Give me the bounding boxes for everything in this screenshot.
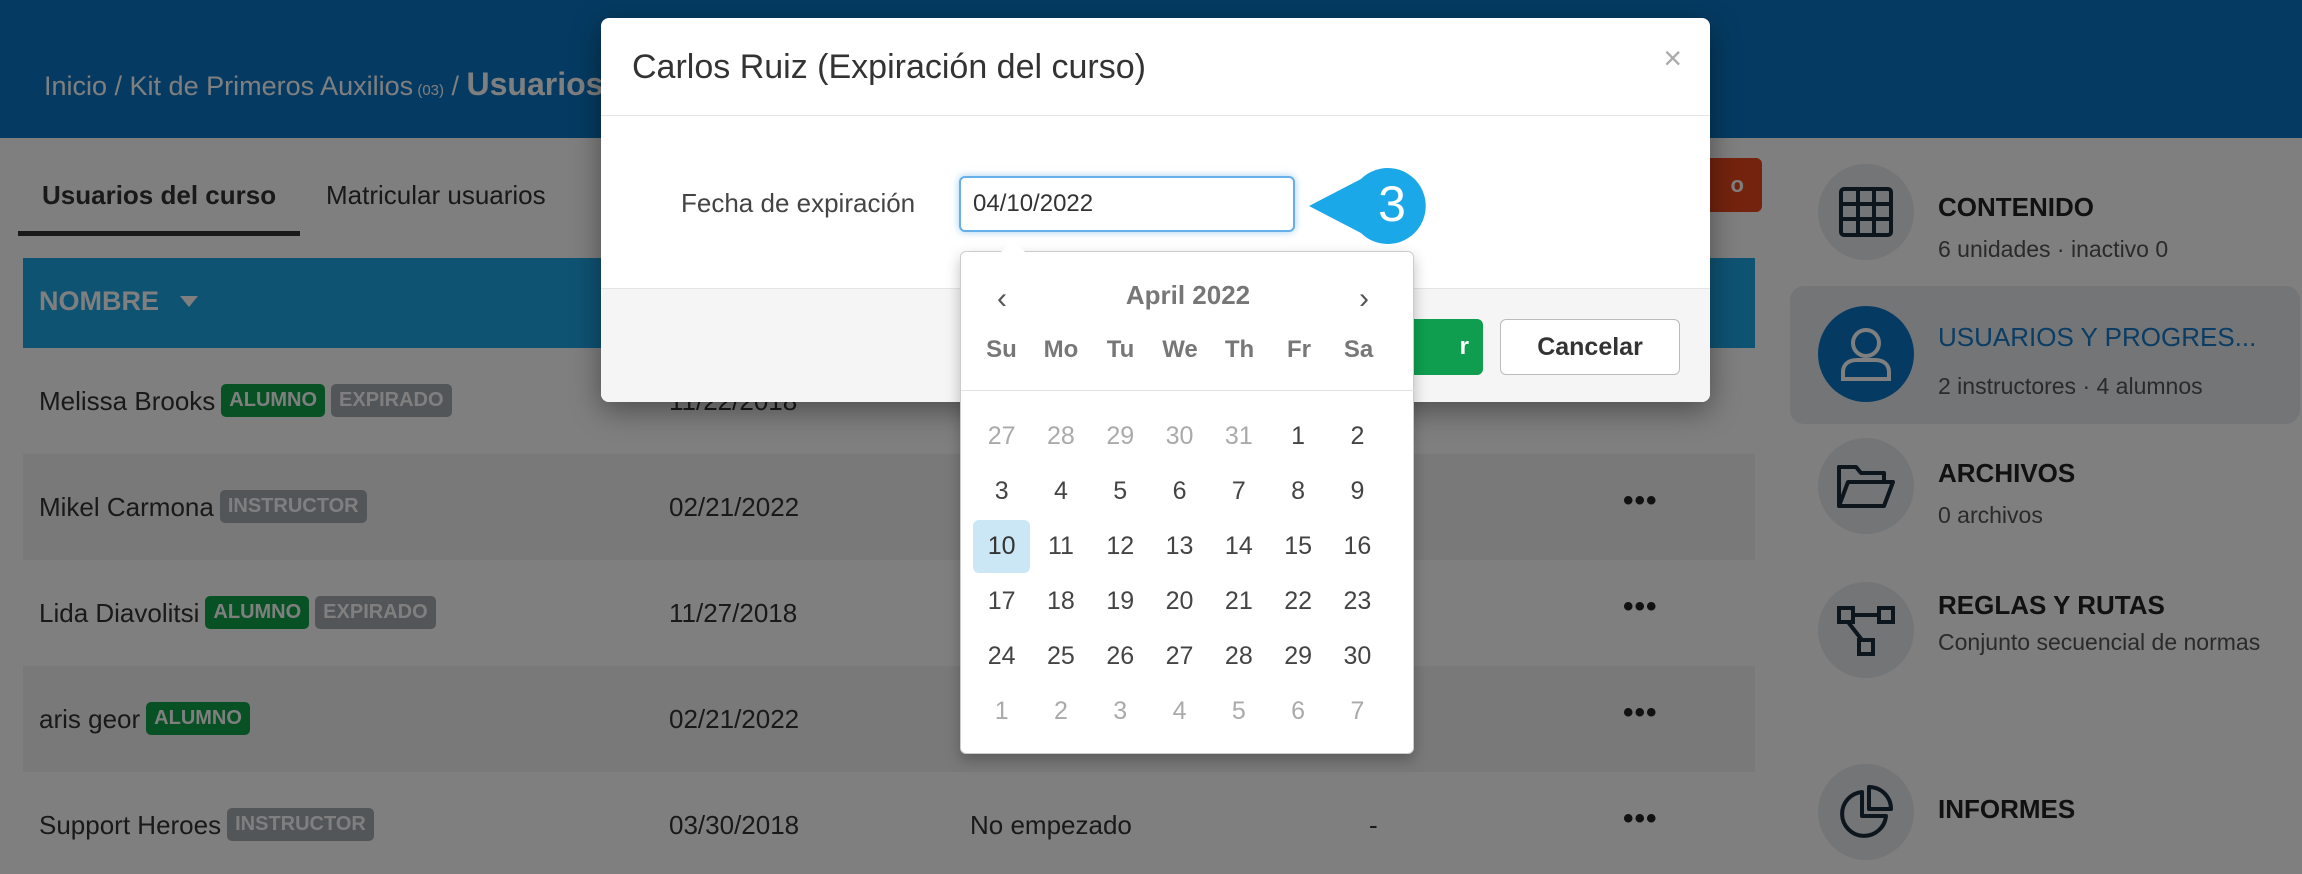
expiration-date-input[interactable]	[959, 176, 1295, 232]
weekday-label: Fr	[1287, 336, 1311, 363]
weekday-label: Tu	[1106, 336, 1135, 363]
calendar-day[interactable]: 4	[1151, 685, 1208, 738]
calendar-day[interactable]: 23	[1329, 575, 1386, 628]
calendar-day[interactable]: 25	[1032, 630, 1089, 683]
calendar-day[interactable]: 6	[1151, 465, 1208, 518]
datepicker-divider	[961, 390, 1415, 391]
datepicker-month-title[interactable]: April 2022	[961, 280, 1415, 311]
calendar-day[interactable]: 7	[1210, 465, 1267, 518]
calendar-day[interactable]: 27	[1151, 630, 1208, 683]
calendar-day[interactable]: 19	[1092, 575, 1149, 628]
cancel-button[interactable]: Cancelar	[1500, 319, 1680, 375]
calendar-day[interactable]: 2	[1032, 685, 1089, 738]
datepicker-popup: ‹ April 2022 › Su Mo Tu We Th Fr Sa 27 28 29 30 31…	[960, 240, 1415, 754]
calendar-day[interactable]: 30	[1151, 410, 1208, 463]
calendar-day[interactable]: 27	[973, 410, 1030, 463]
weekday-label: We	[1162, 336, 1198, 363]
calendar-day[interactable]: 13	[1151, 520, 1208, 573]
calendar-day[interactable]: 11	[1032, 520, 1089, 573]
datepicker-pointer	[1001, 240, 1025, 252]
calendar-day[interactable]: 22	[1269, 575, 1326, 628]
step-number: 3	[1378, 176, 1406, 232]
calendar-day[interactable]: 1	[973, 685, 1030, 738]
calendar-day[interactable]: 5	[1092, 465, 1149, 518]
calendar-day[interactable]: 17	[973, 575, 1030, 628]
calendar-day[interactable]: 18	[1032, 575, 1089, 628]
calendar-day[interactable]: 29	[1092, 410, 1149, 463]
calendar-day[interactable]: 7	[1329, 685, 1386, 738]
close-icon[interactable]: ×	[1663, 40, 1682, 77]
calendar-day[interactable]: 31	[1210, 410, 1267, 463]
calendar-day[interactable]: 30	[1329, 630, 1386, 683]
calendar-day[interactable]: 14	[1210, 520, 1267, 573]
expiration-date-label: Fecha de expiración	[681, 188, 916, 218]
calendar-day[interactable]: 9	[1329, 465, 1386, 518]
calendar-day[interactable]: 21	[1210, 575, 1267, 628]
calendar-day[interactable]: 16	[1329, 520, 1386, 573]
calendar-day[interactable]: 3	[1092, 685, 1149, 738]
calendar-day[interactable]: 6	[1269, 685, 1326, 738]
datepicker-weekdays: Su Mo Tu We Th Fr Sa	[972, 336, 1404, 368]
calendar-day[interactable]: 26	[1092, 630, 1149, 683]
calendar-day[interactable]: 28	[1210, 630, 1267, 683]
calendar-day[interactable]: 8	[1269, 465, 1326, 518]
weekday-label: Su	[986, 336, 1017, 363]
calendar-day[interactable]: 29	[1269, 630, 1326, 683]
calendar-day[interactable]: 1	[1269, 410, 1326, 463]
calendar-day[interactable]: 2	[1329, 410, 1386, 463]
modal-title: Carlos Ruiz (Expiración del curso)	[632, 48, 1146, 86]
calendar-day[interactable]: 3	[973, 465, 1030, 518]
next-month-icon[interactable]: ›	[1359, 282, 1369, 316]
calendar-day[interactable]: 12	[1092, 520, 1149, 573]
calendar-day[interactable]: 28	[1032, 410, 1089, 463]
calendar-day[interactable]: 10	[973, 520, 1031, 573]
weekday-label: Mo	[1043, 336, 1079, 363]
calendar-day[interactable]: 20	[1151, 575, 1208, 628]
datepicker-days-grid: 27 28 29 30 31 1 2 3 4 5 6 7 8 9 10 11 12 13 14 15 16 17 18 19 2…	[972, 409, 1404, 739]
weekday-label: Sa	[1343, 336, 1374, 363]
calendar-day[interactable]: 5	[1210, 685, 1267, 738]
calendar-day[interactable]: 15	[1269, 520, 1326, 573]
weekday-label: Th	[1224, 336, 1255, 363]
calendar-day[interactable]: 4	[1032, 465, 1089, 518]
calendar-day[interactable]: 24	[973, 630, 1030, 683]
modal-header: Carlos Ruiz (Expiración del curso) ×	[601, 18, 1710, 116]
